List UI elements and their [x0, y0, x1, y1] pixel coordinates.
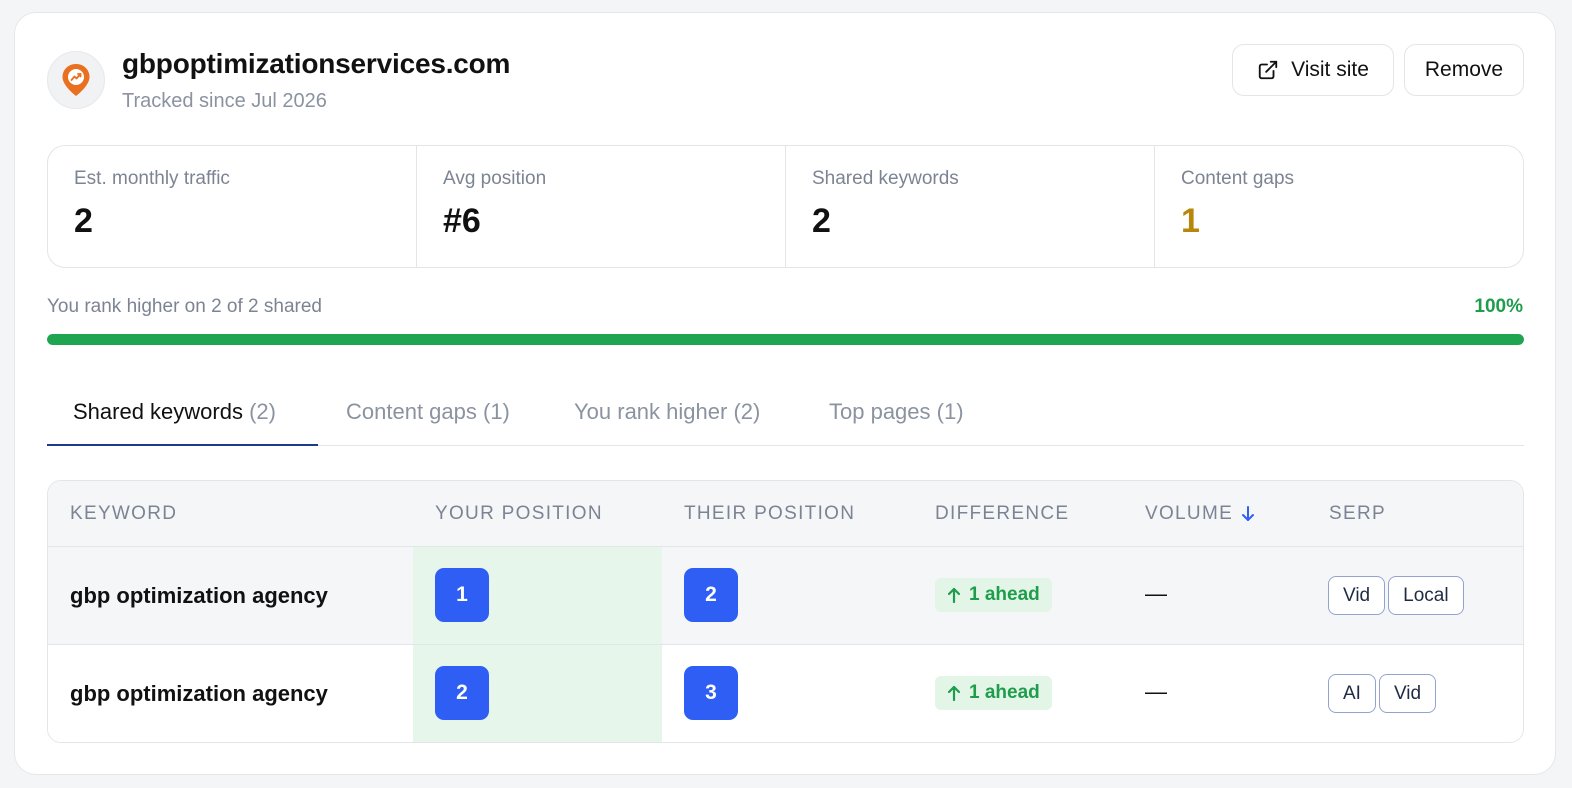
column-header-volume-label: VOLUME — [1145, 503, 1234, 524]
column-header-serp[interactable]: SERP — [1329, 503, 1386, 525]
difference-label: 1 ahead — [969, 682, 1040, 703]
keywords-table: KEYWORD YOUR POSITION THEIR POSITION DIF… — [47, 480, 1524, 743]
stats-panel: Est. monthly traffic 2 Avg position #6 S… — [47, 145, 1524, 268]
site-domain: gbpoptimizationservices.com — [122, 48, 511, 79]
stat-value: 1 — [1181, 202, 1200, 240]
tab-label: Shared keywords — [73, 399, 243, 424]
keyword-cell: gbp optimization agency — [70, 583, 328, 608]
column-header-volume[interactable]: VOLUME — [1145, 503, 1255, 525]
serp-tag: Local — [1388, 576, 1464, 615]
external-link-icon — [1258, 60, 1278, 80]
tab-label: You rank higher — [574, 399, 728, 424]
stat-value: #6 — [443, 202, 481, 240]
tracked-since: Tracked since Jul 2026 — [122, 90, 327, 112]
column-header-your-position[interactable]: YOUR POSITION — [435, 503, 603, 525]
tab-count: (2) — [249, 399, 276, 424]
volume-cell: — — [1145, 679, 1167, 704]
column-header-their-position[interactable]: THEIR POSITION — [684, 503, 855, 525]
table-row[interactable]: gbp optimization agency 1 2 1 ahead — Vi… — [48, 547, 1523, 645]
stat-traffic: Est. monthly traffic 2 — [48, 146, 417, 267]
tab-count: (1) — [936, 399, 964, 424]
serp-features: Vid Local — [1328, 576, 1464, 615]
tab-bar: Shared keywords (2) Content gaps (1) You… — [47, 389, 1524, 446]
stat-avg-position: Avg position #6 — [417, 146, 786, 267]
volume-cell: — — [1145, 581, 1167, 606]
rank-progress-fill — [47, 334, 1524, 345]
serp-tag: Vid — [1328, 576, 1386, 615]
tab-top-pages[interactable]: Top pages (1) — [829, 399, 964, 425]
keyword-cell: gbp optimization agency — [70, 681, 328, 706]
competitor-card: gbpoptimizationservices.com Tracked sinc… — [14, 12, 1556, 775]
stat-value: 2 — [812, 202, 831, 240]
difference-label: 1 ahead — [969, 584, 1040, 605]
stat-value: 2 — [74, 202, 93, 240]
your-position-badge[interactable]: 1 — [435, 568, 489, 622]
table-header: KEYWORD YOUR POSITION THEIR POSITION DIF… — [48, 481, 1523, 547]
tab-count: (2) — [733, 399, 761, 424]
tab-shared-keywords[interactable]: Shared keywords (2) — [73, 399, 276, 425]
stat-label: Content gaps — [1181, 168, 1295, 189]
visit-site-label: Visit site — [1291, 58, 1369, 81]
difference-badge: 1 ahead — [935, 578, 1052, 612]
visit-site-button[interactable]: Visit site — [1232, 44, 1394, 96]
stat-label: Shared keywords — [812, 168, 959, 189]
site-logo — [47, 51, 105, 109]
tab-label: Content gaps — [346, 399, 477, 424]
arrow-down-icon — [1242, 506, 1255, 521]
tab-count: (1) — [483, 399, 510, 424]
column-header-keyword[interactable]: KEYWORD — [70, 503, 177, 525]
rank-progress-bar — [47, 334, 1524, 345]
column-header-difference[interactable]: DIFFERENCE — [935, 503, 1069, 525]
your-position-badge[interactable]: 2 — [435, 666, 489, 720]
rank-summary: You rank higher on 2 of 2 shared — [47, 296, 322, 317]
stat-shared-keywords: Shared keywords 2 — [786, 146, 1155, 267]
serp-tag: Vid — [1378, 674, 1437, 713]
map-pin-icon — [62, 64, 90, 96]
table-row[interactable]: gbp optimization agency 2 3 1 ahead — AI… — [48, 645, 1523, 742]
arrow-up-icon — [947, 685, 961, 701]
active-tab-indicator — [47, 444, 318, 446]
their-position-badge[interactable]: 3 — [684, 666, 738, 720]
tab-you-rank-higher[interactable]: You rank higher (2) — [574, 399, 760, 425]
stat-content-gaps: Content gaps 1 — [1155, 146, 1523, 267]
serp-tag: AI — [1328, 674, 1376, 713]
arrow-up-icon — [947, 587, 961, 603]
stat-label: Est. monthly traffic — [74, 168, 230, 189]
remove-label: Remove — [1424, 58, 1504, 81]
tab-content-gaps[interactable]: Content gaps (1) — [346, 399, 510, 425]
difference-badge: 1 ahead — [935, 676, 1052, 710]
rank-percent: 100% — [1474, 296, 1523, 317]
their-position-badge[interactable]: 2 — [684, 568, 738, 622]
stat-label: Avg position — [443, 168, 547, 189]
serp-features: AI Vid — [1328, 674, 1437, 713]
remove-button[interactable]: Remove — [1404, 44, 1524, 96]
tab-label: Top pages — [829, 399, 931, 424]
